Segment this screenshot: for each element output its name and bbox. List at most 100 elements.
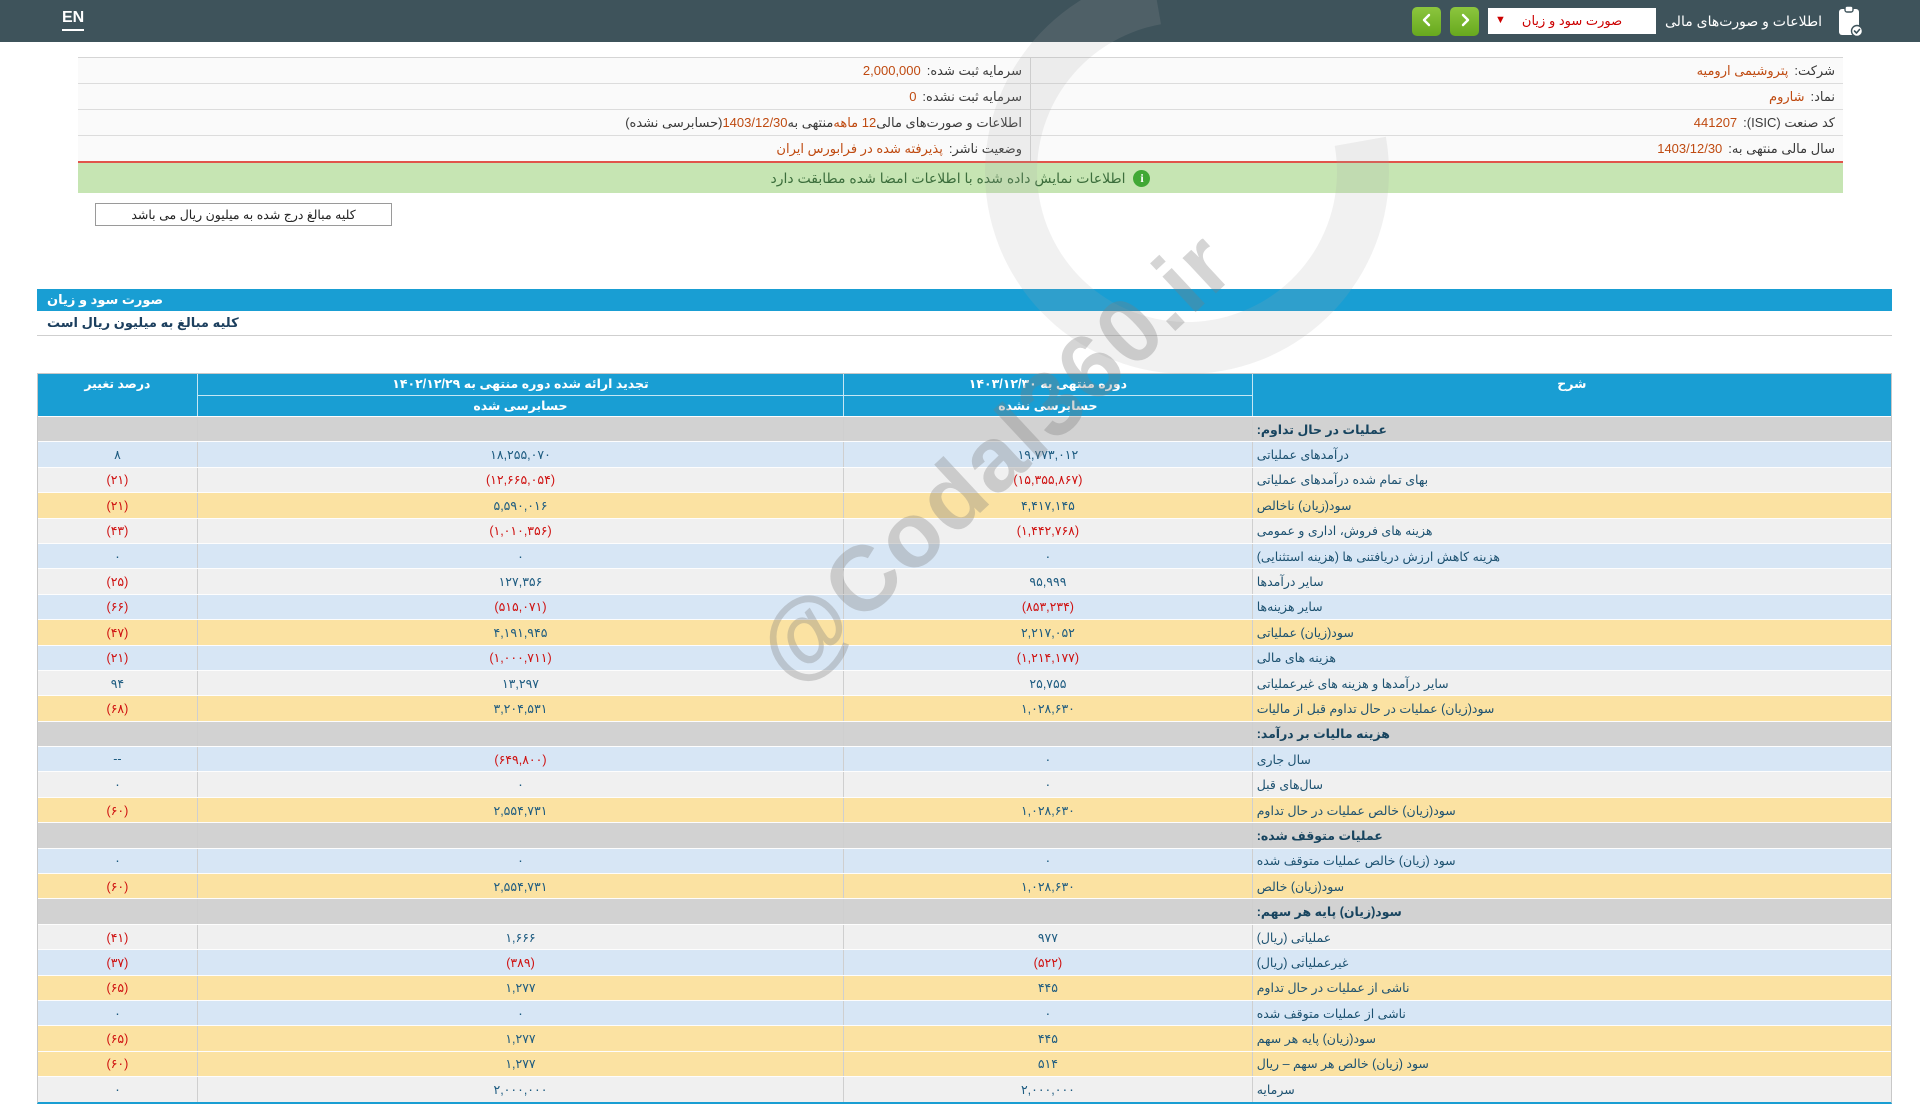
- current-period-value: ۱,۰۲۸,۶۳۰: [843, 696, 1252, 720]
- percent-change-value: (۶۵): [38, 976, 197, 1000]
- table-row: سایر هزینه‌ها(۸۵۳,۲۳۴)(۵۱۵,۰۷۱)(۶۶): [38, 594, 1891, 619]
- table-row: سود(زیان) ناخالص۴,۴۱۷,۱۴۵۵,۵۹۰,۰۱۶(۲۱): [38, 492, 1891, 517]
- restated-period-value: ۲,۰۰۰,۰۰۰: [197, 1077, 843, 1101]
- nav-previous-button[interactable]: [1412, 7, 1441, 36]
- current-audit-label: حسابرسی نشده: [844, 396, 1252, 417]
- column-header-percent-change: درصد تغییر: [38, 374, 197, 416]
- table-row: سود(زیان) عملیاتی۲,۲۱۷,۰۵۲۴,۱۹۱,۹۴۵(۴۷): [38, 619, 1891, 644]
- row-description: سود (زیان) خالص هر سهم – ریال: [1252, 1052, 1891, 1076]
- info-value: 1403/12/30: [1657, 141, 1722, 156]
- unit-note-button[interactable]: کلیه مبالغ درج شده به میلیون ریال می باش…: [95, 203, 392, 226]
- row-description: سود(زیان) پایه هر سهم: [1252, 1026, 1891, 1050]
- restated-period-value: (۶۴۹,۸۰۰): [197, 747, 843, 771]
- current-period-value: ۰: [843, 747, 1252, 771]
- restated-period-value: ۱۸,۲۵۵,۰۷۰: [197, 442, 843, 466]
- table-row: سود(زیان) پایه هر سهم۴۴۵۱,۲۷۷(۶۵): [38, 1025, 1891, 1050]
- percent-change-value: (۶۰): [38, 874, 197, 898]
- row-description: عملیات متوقف شده:: [1252, 823, 1891, 847]
- percent-change-value: [38, 417, 197, 441]
- info-value: 0: [909, 89, 916, 104]
- table-row: هزینه های مالی(۱,۲۱۴,۱۷۷)(۱,۰۰۰,۷۱۱)(۲۱): [38, 645, 1891, 670]
- current-period-value: [843, 722, 1252, 746]
- current-period-value: ۰: [843, 772, 1252, 796]
- spacer: [37, 336, 1892, 373]
- restated-period-value: [197, 722, 843, 746]
- statement-title-bar: صورت سود و زیان: [37, 289, 1892, 311]
- table-row: سایر درآمدها و هزینه های غیرعملیاتی۲۵,۷۵…: [38, 670, 1891, 695]
- row-description: سود(زیان) پایه هر سهم:: [1252, 899, 1891, 923]
- column-header-restated-period: تجدید ارائه شده دوره منتهی به ۱۴۰۲/۱۲/۲۹…: [197, 374, 843, 416]
- row-description: هزینه های فروش، اداری و عمومی: [1252, 519, 1891, 543]
- restated-period-value: ۰: [197, 772, 843, 796]
- info-cell: سال مالی منتهی به: 1403/12/30: [1030, 136, 1843, 161]
- current-period-value: (۸۵۳,۲۳۴): [843, 595, 1252, 619]
- table-row: سود(زیان) خالص عملیات در حال تداوم۱,۰۲۸,…: [38, 797, 1891, 822]
- table-row: غیرعملیاتی (ریال)(۵۲۲)(۳۸۹)(۳۷): [38, 949, 1891, 974]
- dropdown-selected-value: صورت سود و زیان: [1522, 13, 1622, 29]
- percent-change-value: (۲۱): [38, 493, 197, 517]
- nav-next-button[interactable]: [1450, 7, 1479, 36]
- current-period-value: ۴۴۵: [843, 976, 1252, 1000]
- percent-change-value: (۶۵): [38, 1026, 197, 1050]
- row-description: سال جاری: [1252, 747, 1891, 771]
- percent-change-value: ۰: [38, 849, 197, 873]
- row-description: غیرعملیاتی (ریال): [1252, 950, 1891, 974]
- percent-change-value: ۰: [38, 544, 197, 568]
- row-description: هزینه های مالی: [1252, 646, 1891, 670]
- current-period-label: دوره منتهی به ۱۴۰۳/۱۲/۳۰: [844, 374, 1252, 396]
- top-navigation-bar: EN ▼ صورت سود و زیان اطلاعات و صورت‌های …: [0, 0, 1920, 42]
- restated-period-value: ۴,۱۹۱,۹۴۵: [197, 620, 843, 644]
- restated-period-value: ۳,۲۰۴,۵۳۱: [197, 696, 843, 720]
- info-label: سال مالی منتهی به:: [1728, 141, 1835, 157]
- restated-period-value: (۱,۰۱۰,۳۵۶): [197, 519, 843, 543]
- company-info-table: شرکت: پتروشیمی ارومیهسرمایه ثبت شده: 2,0…: [78, 57, 1843, 164]
- info-cell: شرکت: پتروشیمی ارومیه: [1030, 58, 1843, 83]
- table-row: عملیات در حال تداوم:: [38, 416, 1891, 441]
- info-text-segment: منتهی به: [788, 115, 834, 131]
- row-description: عملیات در حال تداوم:: [1252, 417, 1891, 441]
- info-value: 441207: [1694, 115, 1737, 130]
- restated-period-value: (۱۲,۶۶۵,۰۵۴): [197, 468, 843, 492]
- restated-audit-label: حسابرسی شده: [198, 396, 843, 417]
- info-label: وضعیت ناشر:: [949, 141, 1022, 157]
- current-period-value: ۱,۰۲۸,۶۳۰: [843, 798, 1252, 822]
- current-period-value: [843, 417, 1252, 441]
- info-text-segment: 12 ماهه: [833, 115, 876, 131]
- current-period-value: ۲,۲۱۷,۰۵۲: [843, 620, 1252, 644]
- info-cell: وضعیت ناشر: پذیرفته شده در فرابورس ایران: [78, 136, 1030, 161]
- current-period-value: ۱۹,۷۷۳,۰۱۲: [843, 442, 1252, 466]
- statement-type-dropdown[interactable]: ▼ صورت سود و زیان: [1488, 8, 1656, 34]
- info-cell: سرمایه ثبت شده: 2,000,000: [78, 58, 1030, 83]
- table-row: درآمدهای عملیاتی۱۹,۷۷۳,۰۱۲۱۸,۲۵۵,۰۷۰۸: [38, 441, 1891, 466]
- current-period-value: ۴,۴۱۷,۱۴۵: [843, 493, 1252, 517]
- company-info-row: سال مالی منتهی به: 1403/12/30وضعیت ناشر:…: [78, 136, 1843, 161]
- percent-change-value: ۹۴: [38, 671, 197, 695]
- signed-data-notice: i اطلاعات نمایش داده شده با اطلاعات امضا…: [78, 163, 1843, 193]
- income-statement-table: شرح دوره منتهی به ۱۴۰۳/۱۲/۳۰ حسابرسی نشد…: [37, 373, 1892, 1104]
- row-description: سرمایه: [1252, 1077, 1891, 1101]
- language-en-link[interactable]: EN: [62, 9, 84, 31]
- statement-unit-note: کلیه مبالغ به میلیون ریال است: [37, 311, 1892, 336]
- info-value: پذیرفته شده در فرابورس ایران: [776, 141, 942, 157]
- percent-change-value: (۶۰): [38, 798, 197, 822]
- current-period-value: ۴۴۵: [843, 1026, 1252, 1050]
- percent-change-value: (۶۰): [38, 1052, 197, 1076]
- percent-change-value: [38, 722, 197, 746]
- chevron-right-icon: [1459, 13, 1471, 30]
- info-label: کد صنعت (ISIC):: [1743, 115, 1835, 131]
- percent-change-value: (۲۵): [38, 569, 197, 593]
- restated-period-value: (۳۸۹): [197, 950, 843, 974]
- current-period-value: ۰: [843, 849, 1252, 873]
- current-period-value: (۱,۴۴۲,۷۶۸): [843, 519, 1252, 543]
- info-cell: نماد: شاروم: [1030, 84, 1843, 109]
- restated-period-value: ۱,۲۷۷: [197, 1052, 843, 1076]
- current-period-value: (۵۲۲): [843, 950, 1252, 974]
- current-period-value: ۱,۰۲۸,۶۳۰: [843, 874, 1252, 898]
- percent-change-value: --: [38, 747, 197, 771]
- percent-change-value: [38, 823, 197, 847]
- current-period-value: ۲,۰۰۰,۰۰۰: [843, 1077, 1252, 1101]
- percent-change-value: (۶۶): [38, 595, 197, 619]
- current-period-value: (۱۵,۳۵۵,۸۶۷): [843, 468, 1252, 492]
- percent-change-value: (۴۷): [38, 620, 197, 644]
- restated-period-value: ۱,۶۶۶: [197, 925, 843, 949]
